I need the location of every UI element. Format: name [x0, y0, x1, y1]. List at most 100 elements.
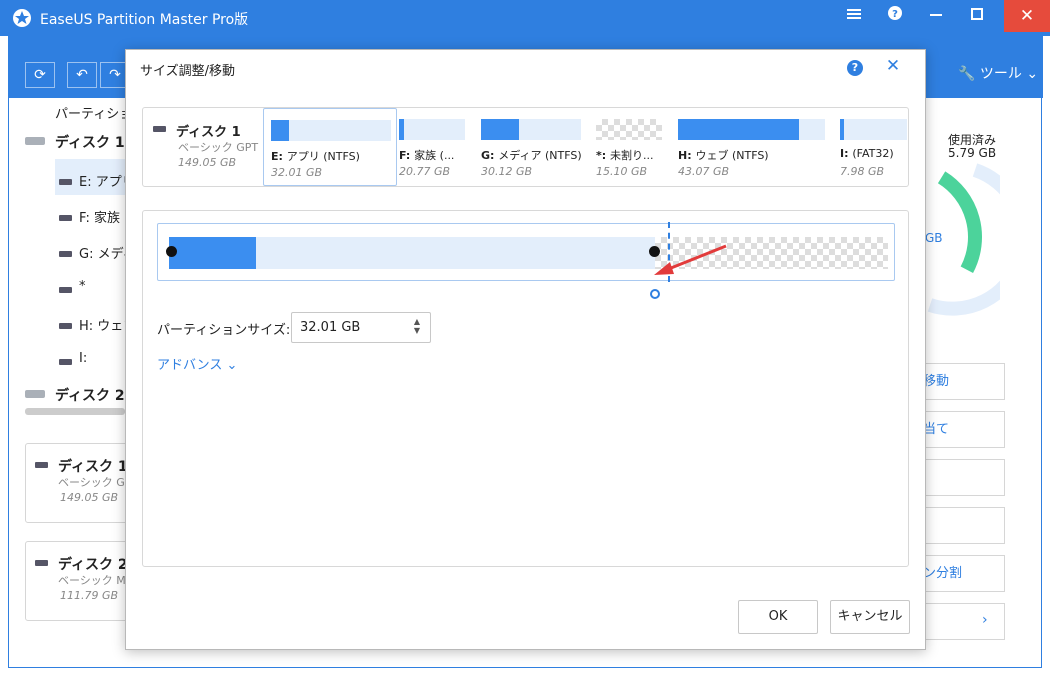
disk-card-size: 149.05 GB [60, 491, 119, 504]
action-button[interactable]: 当て [918, 411, 1005, 448]
disk-map-partition[interactable]: F: 家族 (... 20.77 GB [392, 108, 472, 186]
partition-letter: I: [840, 147, 849, 160]
help-icon[interactable]: ? [883, 6, 907, 28]
action-button[interactable]: ン分割 [918, 555, 1005, 592]
dialog-title: サイズ調整/移動 [140, 64, 235, 79]
partition-label: G: メディア (NTFS) [481, 147, 582, 163]
partition-letter: E: [271, 150, 283, 163]
title-bar: EaseUS Partition Master Pro版 ? ✕ [0, 0, 1050, 36]
window-close-icon[interactable]: ✕ [1004, 0, 1050, 32]
sidebar-partition-item[interactable]: I: [79, 351, 87, 366]
cancel-button[interactable]: キャンセル [830, 600, 910, 634]
partition-letter: H: [678, 149, 692, 162]
size-spinner-icon[interactable]: ▲ ▼ [411, 317, 423, 337]
svg-text:?: ? [892, 9, 898, 20]
partition-name: アプリ (NTFS) [286, 150, 360, 163]
disk-map-type: ベーシック GPT [178, 141, 259, 154]
resize-left-handle[interactable] [166, 246, 177, 257]
partition-usage-bar [271, 120, 391, 141]
minimize-icon[interactable] [924, 6, 948, 28]
partition-letter: *: [596, 149, 607, 162]
sidebar-disk1[interactable]: ディスク 1 ( [55, 132, 136, 152]
sidebar-partition-item[interactable]: * [79, 279, 86, 294]
resize-track [157, 222, 895, 282]
action-button[interactable]: 移動 [918, 363, 1005, 400]
partition-usage-fill [271, 120, 289, 141]
ok-button[interactable]: OK [738, 600, 818, 634]
action-button[interactable] [918, 507, 1005, 544]
partition-letter: G: [481, 149, 495, 162]
app-logo-icon [13, 9, 31, 27]
disk-card-type: ベーシック GP [58, 476, 132, 489]
disk-card-type: ベーシック MI [58, 574, 130, 587]
disk-map-partition[interactable]: G: メディア (NTFS) 30.12 GB [474, 108, 588, 186]
partition-size: 43.07 GB [678, 165, 730, 178]
partition-usage-fill [399, 119, 404, 140]
partition-size-input[interactable]: 32.01 GB [291, 312, 431, 343]
tools-label: ツール [979, 66, 1022, 82]
partition-icon [59, 215, 72, 221]
chevron-right-icon: › [982, 612, 988, 628]
disk-map-partition[interactable]: *: 未割り... 15.10 GB [589, 108, 669, 186]
disk-map-partition[interactable]: E: アプリ (NTFS) 32.01 GB [263, 108, 397, 186]
position-pin-icon[interactable] [650, 289, 660, 299]
partition-usage-fill [481, 119, 519, 140]
action-button[interactable] [918, 603, 1005, 640]
maximize-icon[interactable] [965, 6, 989, 28]
hard-disk-icon [35, 560, 48, 566]
total-fragment: GB [925, 231, 943, 245]
partition-name: 未割り... [610, 149, 654, 162]
disk-card-size: 111.79 GB [60, 589, 119, 602]
partition-icon [59, 359, 72, 365]
partition-label: E: アプリ (NTFS) [271, 148, 360, 164]
partition-label: H: ウェブ (NTFS) [678, 147, 769, 163]
resize-move-dialog: サイズ調整/移動 ? ✕ ディスク 1 ベーシック GPT 149.05 GB … [125, 49, 926, 650]
hard-disk-icon [25, 390, 45, 398]
resize-partition-bar[interactable] [169, 237, 655, 269]
advanced-label: アドバンス [157, 358, 223, 373]
window-title: EaseUS Partition Master Pro版 [40, 12, 249, 28]
disk-map-partition[interactable]: I: (FAT32) 7.98 GB [833, 108, 914, 186]
partition-name: ウェブ (NTFS) [695, 149, 769, 162]
hard-disk-icon [25, 137, 45, 145]
partition-usage-bar [678, 119, 825, 140]
dialog-close-icon[interactable]: ✕ [883, 56, 903, 76]
hard-disk-icon [35, 462, 48, 468]
partition-usage-bar [596, 119, 662, 140]
partition-label: F: 家族 (... [399, 147, 454, 163]
partition-size: 15.10 GB [596, 165, 648, 178]
chevron-down-icon: ⌄ [226, 358, 238, 373]
resize-used-space [169, 237, 256, 269]
partition-name: 家族 (... [414, 149, 455, 162]
partition-icon [59, 179, 72, 185]
disk-map-name: ディスク 1 [176, 125, 241, 140]
sidebar-disk2[interactable]: ディスク 2 ( [55, 385, 136, 405]
partition-label: *: 未割り... [596, 147, 654, 163]
partition-name: メディア (NTFS) [498, 149, 582, 162]
partition-size: 30.12 GB [481, 165, 533, 178]
undo-icon[interactable]: ↶ [67, 62, 97, 88]
disk-card-name: ディスク 2 [58, 557, 128, 573]
disk-map: ディスク 1 ベーシック GPT 149.05 GB E: アプリ (NTFS)… [142, 107, 909, 187]
partition-label: I: (FAT32) [840, 147, 894, 160]
partition-size: 20.77 GB [399, 165, 451, 178]
advanced-toggle[interactable]: アドバンス ⌄ [157, 354, 237, 373]
sidebar-partition-item[interactable]: F: 家族 [79, 207, 120, 226]
partition-size: 7.98 GB [840, 165, 885, 178]
dialog-help-icon[interactable]: ? [847, 60, 863, 76]
action-button[interactable] [918, 459, 1005, 496]
tools-menu[interactable]: 🔧 ツール ⌄ [958, 63, 1038, 83]
disk2-usage-bar [25, 408, 125, 415]
partition-usage-bar [840, 119, 907, 140]
partition-name: (FAT32) [852, 147, 894, 160]
menu-icon[interactable] [842, 6, 866, 28]
refresh-icon[interactable]: ⟳ [25, 62, 55, 88]
partition-usage-bar [481, 119, 581, 140]
partition-letter: F: [399, 149, 411, 162]
disk-map-size: 149.05 GB [178, 156, 237, 169]
disk-map-partition[interactable]: H: ウェブ (NTFS) 43.07 GB [671, 108, 832, 186]
resize-area: パーティションサイズ: 32.01 GB ▲ ▼ アドバンス ⌄ [142, 210, 909, 567]
partition-icon [59, 323, 72, 329]
partition-icon [59, 251, 72, 257]
partition-usage-bar [399, 119, 465, 140]
